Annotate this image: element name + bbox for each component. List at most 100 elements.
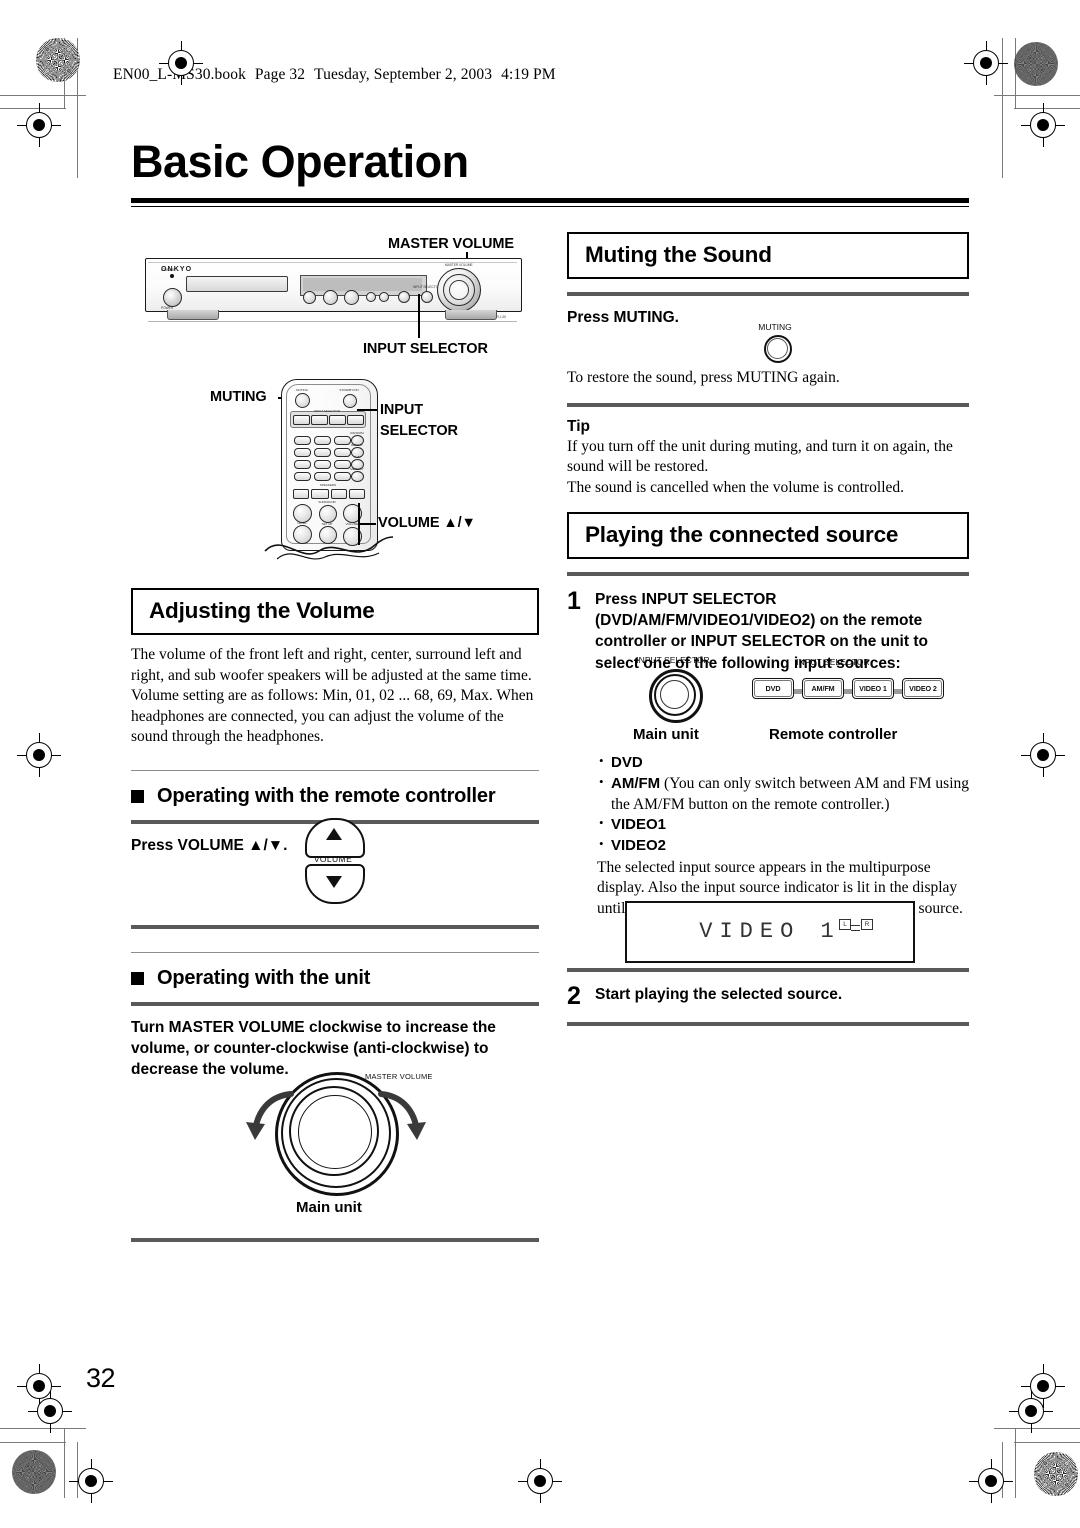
remote-numeric-key xyxy=(294,436,311,445)
remote-repeat-label: REPEAT xyxy=(351,443,363,447)
remote-key-amfm xyxy=(311,415,328,425)
master-volume-knob xyxy=(437,268,481,312)
callout-leader-input-selector xyxy=(418,294,420,338)
memory-button xyxy=(398,291,410,303)
registration-mark xyxy=(1021,103,1065,147)
divider-thick xyxy=(567,572,969,576)
callout-remote-volume: VOLUME ▲/▼ xyxy=(378,515,476,531)
display-indicator-l: L xyxy=(839,919,851,930)
input-source-bullet-list: DVD AM/FM (You can only switch between A… xyxy=(597,752,969,857)
divider-thick xyxy=(131,1238,539,1242)
muting-button-label: MUTING xyxy=(758,322,792,332)
registration-mark xyxy=(1021,1364,1065,1408)
remote-enter-key xyxy=(311,489,329,499)
callout-muting: MUTING xyxy=(210,389,267,405)
triangle-up-icon xyxy=(326,828,342,840)
display-dash-upper xyxy=(851,925,860,926)
transport-button xyxy=(344,290,359,305)
subheading-operating-unit: Operating with the unit xyxy=(131,967,539,990)
bullet-rest-amfm: (You can only switch between AM and FM u… xyxy=(611,774,969,813)
step-1-number: 1 xyxy=(567,587,581,615)
muting-restore-text: To restore the sound, press MUTING again… xyxy=(567,369,840,386)
list-item: VIDEO1 xyxy=(597,814,969,836)
callout-remote-input-selector-line1: INPUT xyxy=(380,402,424,418)
tip-heading: Tip xyxy=(567,417,590,435)
bullet-bold-video2: VIDEO2 xyxy=(611,837,667,855)
bullet-square-icon xyxy=(131,790,144,804)
input-selector-remote-label: INPUT SELECTOR xyxy=(796,657,870,667)
remote-numeric-key xyxy=(294,460,311,469)
remote-standby-label: STANDBY/ON xyxy=(339,388,359,392)
triangle-down-icon xyxy=(326,876,342,888)
tip-body-line-2: The sound is cancelled when the volume i… xyxy=(567,478,905,496)
display-indicator-r: R xyxy=(861,919,873,930)
volume-button-label: VOLUME xyxy=(313,854,353,864)
remote-speakers-label: SPEAKERS xyxy=(319,483,337,487)
remote-torn-edge-icon xyxy=(264,536,394,560)
transport-button xyxy=(323,290,338,305)
adjusting-volume-body: The volume of the front left and right, … xyxy=(131,646,534,746)
divider-thick xyxy=(131,925,539,929)
receiver-foot xyxy=(445,310,497,320)
transport-button xyxy=(303,291,316,304)
page-title: Basic Operation xyxy=(131,136,469,187)
crop-mark-line xyxy=(1002,38,1003,178)
callout-remote-input-selector-line2: SELECTOR xyxy=(380,423,458,439)
title-rule-thick xyxy=(131,198,969,203)
crop-mark-line xyxy=(994,95,1080,96)
registration-star-target xyxy=(36,38,80,82)
divider-thick xyxy=(567,292,969,296)
remote-key-dvd: DVD xyxy=(752,678,794,699)
bullet-bold-dvd: DVD xyxy=(611,754,643,771)
tip-body-line-1: If you turn off the unit during muting, … xyxy=(567,437,953,476)
registration-mark xyxy=(17,103,61,147)
remote-top-key xyxy=(293,489,309,499)
remote-muting-button xyxy=(295,393,310,408)
divider-thin xyxy=(131,770,539,772)
remote-key-video1: VIDEO 1 xyxy=(852,678,894,699)
registration-star-target xyxy=(12,1450,56,1494)
remote-ab-label: A-B xyxy=(354,455,360,459)
knob-center-ring xyxy=(298,1095,372,1169)
callout-leader-volume-remote xyxy=(358,523,376,525)
master-volume-knob-label: MASTER VOLUME xyxy=(445,263,473,267)
remote-surround-label: SURROUND xyxy=(318,500,336,504)
disc-tray xyxy=(186,276,288,292)
registration-star-target xyxy=(1014,42,1058,86)
rotate-counter-clockwise-arrow-icon xyxy=(246,1091,294,1140)
crop-mark-line xyxy=(0,1442,66,1443)
rotate-clockwise-arrow-icon xyxy=(378,1091,426,1140)
remote-numeric-key xyxy=(314,472,331,481)
remote-setup-label: SET UP xyxy=(321,522,333,526)
remote-memory-button xyxy=(351,471,364,482)
subheading-operating-remote-label: Operating with the remote controller xyxy=(157,785,496,808)
crop-mark-line xyxy=(994,1428,1080,1429)
registration-mark xyxy=(69,1459,113,1503)
input-selector-remote-figure: INPUT SELECTOR DVD AM/FM VIDEO 1 VIDEO 2 xyxy=(740,657,944,737)
transport-button xyxy=(366,292,376,302)
remote-standby-button xyxy=(343,394,357,408)
transport-button xyxy=(379,292,389,302)
remote-controller-figure: MUTING STANDBY/ON INPUT SELECTOR RANDOM … xyxy=(264,379,394,564)
input-selector-knob-figure: INPUT SELECTOR xyxy=(630,655,716,735)
registration-mark xyxy=(1021,733,1065,777)
subheading-operating-remote: Operating with the remote controller xyxy=(131,785,539,808)
registration-mark xyxy=(969,1459,1013,1503)
master-volume-knob-figure: MASTER VOLUME xyxy=(246,1068,432,1218)
receiver-front-panel-figure: ONKYO STANDBY POWER INPUT SELECTOR MASTE… xyxy=(145,258,522,326)
knob-inner-ring xyxy=(659,679,689,709)
crop-mark-line xyxy=(1014,108,1080,109)
remote-key-amfm: AM/FM xyxy=(802,678,844,699)
step-2: 2 Start playing the selected source. xyxy=(567,984,969,1009)
remote-display-key xyxy=(349,489,365,499)
list-item: DVD xyxy=(597,752,969,774)
time-text: 4:19 PM xyxy=(501,66,556,83)
remote-menu-key xyxy=(294,472,311,481)
remote-memory-label: MEMORY xyxy=(350,467,364,471)
registration-mark xyxy=(28,1389,72,1433)
divider-thick xyxy=(567,1022,969,1026)
muting-button-inner-ring xyxy=(766,337,788,359)
crop-mark-line xyxy=(0,108,66,109)
section-heading-adjusting-volume: Adjusting the Volume xyxy=(131,588,539,635)
master-volume-figure-caption: Main unit xyxy=(296,1199,362,1216)
